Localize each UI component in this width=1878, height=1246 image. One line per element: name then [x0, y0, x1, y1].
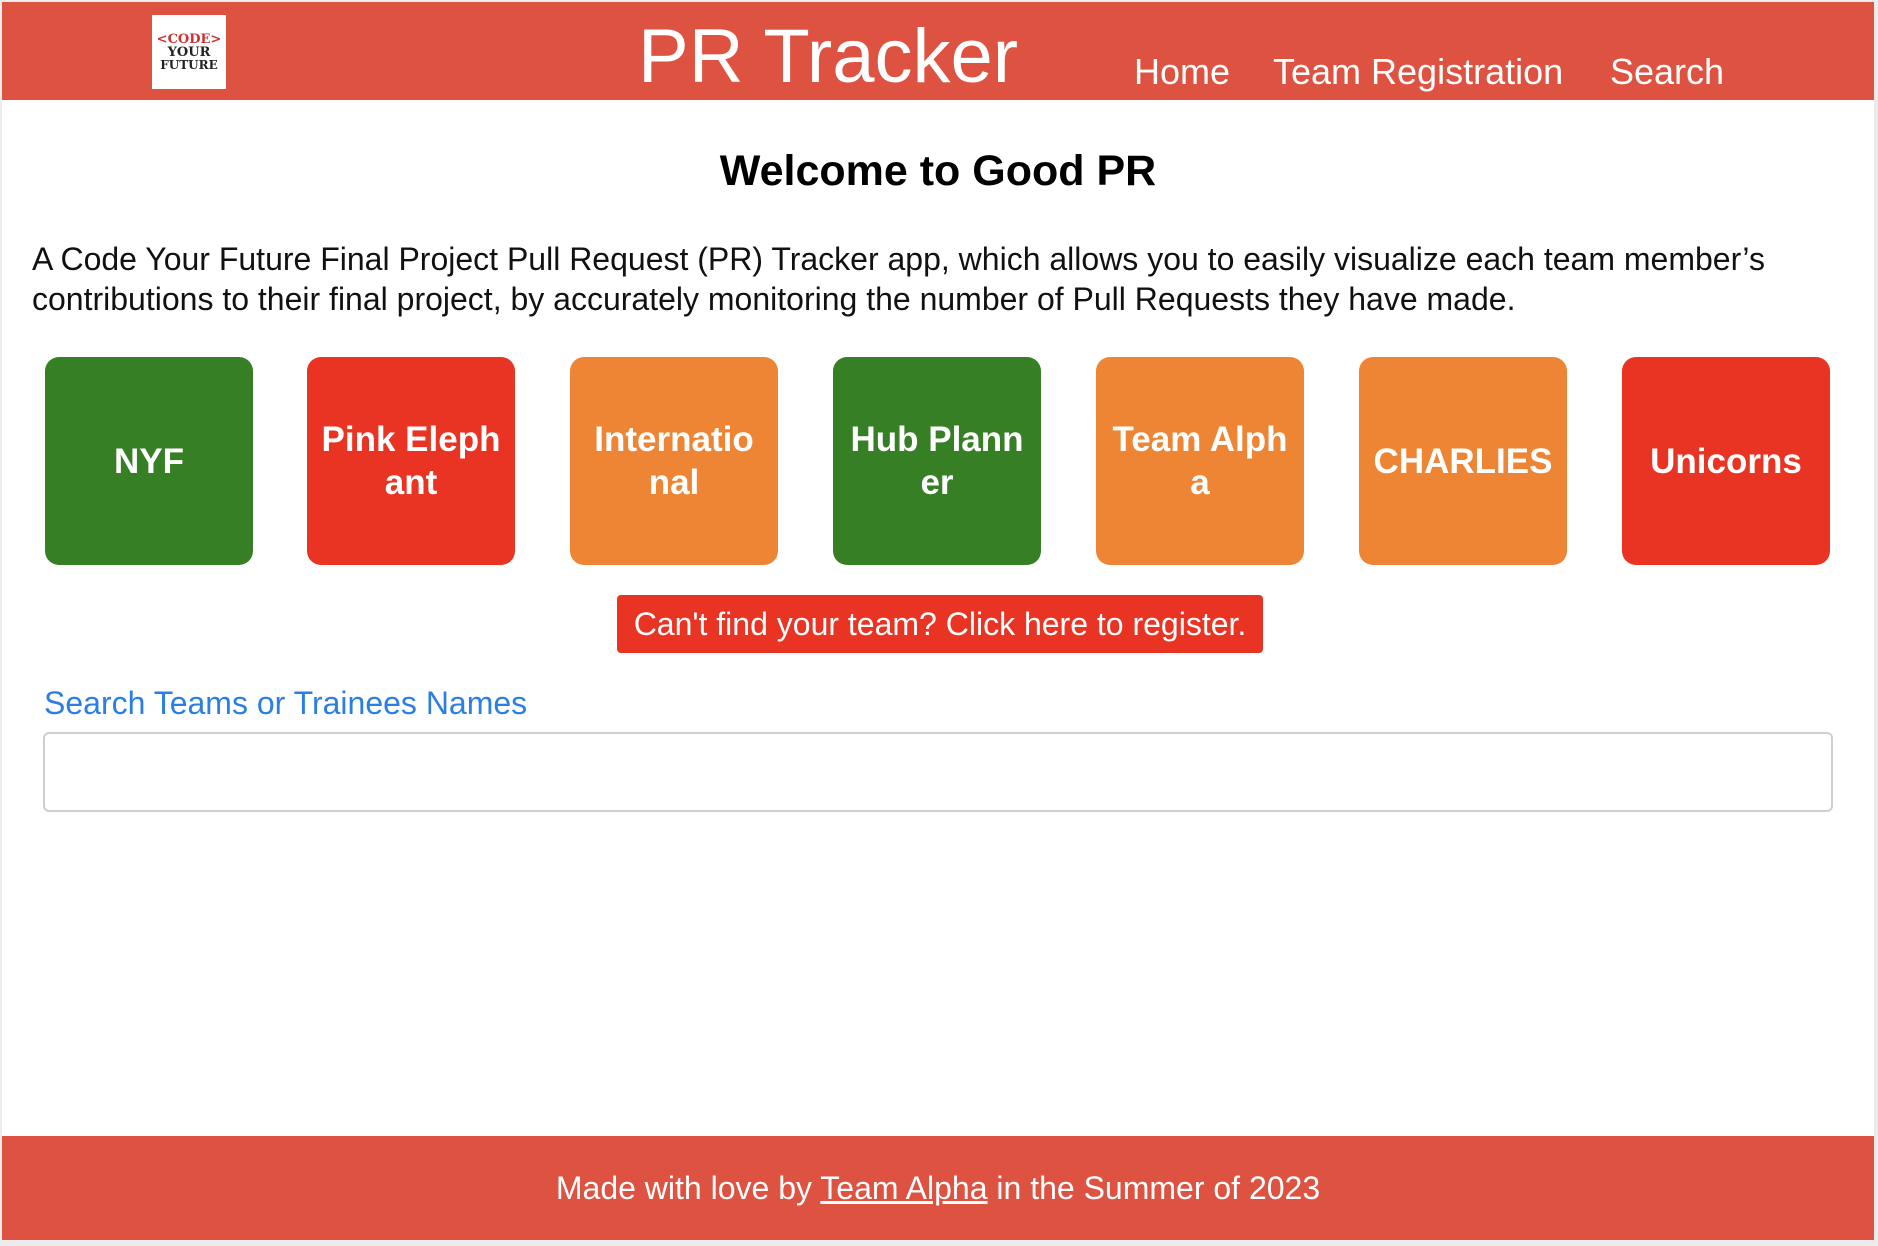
logo-line-code: <CODE>	[156, 31, 222, 47]
team-card[interactable]: Pink Elephant	[307, 357, 515, 565]
footer-team-link[interactable]: Team Alpha	[820, 1170, 987, 1206]
page-title: Welcome to Good PR	[719, 147, 1157, 195]
team-card[interactable]: NYF	[45, 357, 253, 565]
nav-team-registration-link[interactable]: Team Registration	[1273, 50, 1563, 94]
search-input[interactable]	[43, 732, 1833, 812]
nav-home-link[interactable]: Home	[1134, 50, 1230, 94]
team-card[interactable]: International	[570, 357, 778, 565]
footer-prefix: Made with love by	[555, 1170, 821, 1206]
footer-suffix: in the Summer of 2023	[987, 1170, 1321, 1206]
code-your-future-logo[interactable]: <CODE> YOUR FUTURE	[152, 15, 226, 89]
footer: Made with love by Team Alpha in the Summ…	[2, 1136, 1874, 1240]
intro-paragraph: A Code Your Future Final Project Pull Re…	[32, 241, 1765, 317]
team-card[interactable]: Hub Planner	[833, 357, 1041, 565]
register-team-button[interactable]: Can't find your team? Click here to regi…	[617, 595, 1263, 653]
top-header: <CODE> YOUR FUTURE PR Tracker Home Team …	[2, 2, 1874, 100]
app-title: PR Tracker	[638, 14, 1019, 99]
logo-line-future: FUTURE	[160, 57, 218, 72]
nav-search-link[interactable]: Search	[1610, 50, 1724, 94]
logo-line-your: YOUR	[167, 44, 211, 60]
team-card[interactable]: CHARLIES	[1359, 357, 1567, 565]
search-label: Search Teams or Trainees Names	[44, 685, 528, 721]
page: <CODE> YOUR FUTURE PR Tracker Home Team …	[2, 2, 1874, 1240]
team-card-list: NYF Pink Elephant International Hub Plan…	[2, 357, 1874, 567]
team-card[interactable]: Team Alpha	[1096, 357, 1304, 565]
team-card[interactable]: Unicorns	[1622, 357, 1830, 565]
